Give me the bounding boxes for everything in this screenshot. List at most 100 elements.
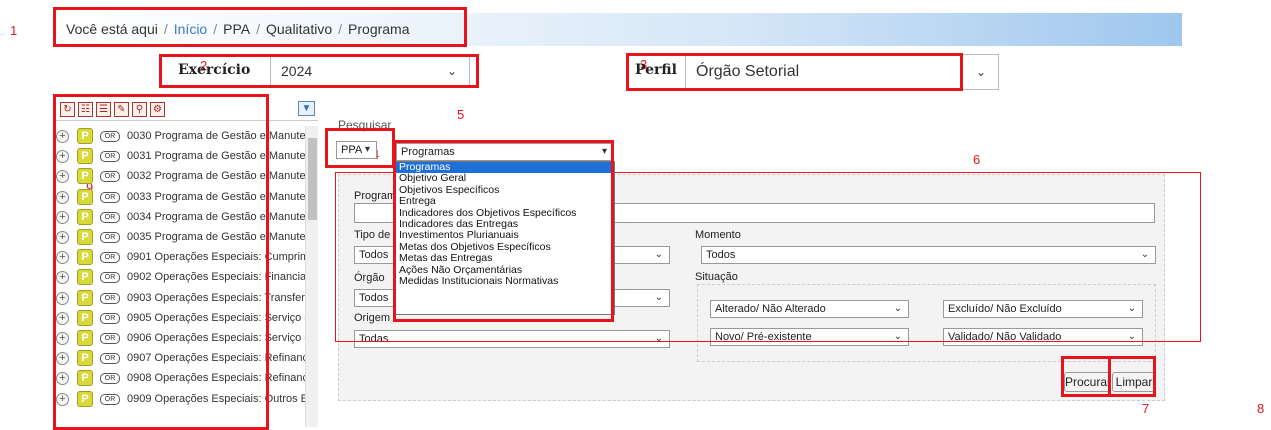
- tree-row-label[interactable]: 0032 Programa de Gestão e Manutenção: [127, 170, 318, 182]
- or-badge: OR: [100, 272, 120, 284]
- tree-row-label[interactable]: 0901 Operações Especiais: Cumprimento: [127, 251, 318, 263]
- expand-icon[interactable]: +: [56, 352, 69, 366]
- tree-row[interactable]: + P OR 0032 Programa de Gestão e Manutenção: [56, 167, 318, 187]
- expand-icon[interactable]: +: [56, 291, 69, 305]
- tree-row-label[interactable]: 0031 Programa de Gestão e Manutenção: [127, 150, 318, 162]
- tree-row-label[interactable]: 0905 Operações Especiais: Serviço da: [127, 312, 317, 324]
- origem-select[interactable]: Todas ⌄: [354, 330, 670, 348]
- program-p-badge: P: [77, 229, 93, 245]
- expand-icon[interactable]: +: [56, 150, 69, 164]
- tree-row-label[interactable]: 0034 Programa de Gestão e Manutenção: [127, 211, 318, 223]
- breadcrumb-item-qualitativo[interactable]: Qualitativo: [266, 21, 332, 37]
- program-p-badge: P: [77, 370, 93, 387]
- tree-row[interactable]: + P OR 0035 Programa de Gestão e Manutenção: [56, 228, 318, 248]
- filter-icon[interactable]: ▼: [298, 101, 315, 116]
- breadcrumb-item-ppa[interactable]: PPA: [223, 21, 250, 37]
- programa-label: Program: [354, 190, 397, 202]
- chevron-down-icon: ⌄: [893, 303, 902, 314]
- tree-row-label[interactable]: 0909 Operações Especiais: Outros Encargo…: [127, 393, 318, 405]
- tree-row[interactable]: + P OR 0906 Operações Especiais: Serviço da: [56, 329, 318, 349]
- expand-icon[interactable]: +: [56, 170, 69, 184]
- ppa-select-value: PPA: [341, 144, 363, 156]
- program-p-badge: P: [77, 330, 93, 346]
- tree-row[interactable]: + P OR 0033 Programa de Gestão e Manutenção: [56, 188, 318, 208]
- tree-row-label[interactable]: 0903 Operações Especiais: Transferências: [127, 292, 318, 304]
- novo-select[interactable]: Novo/ Pré-existente ⌄: [710, 328, 909, 346]
- breadcrumb-item-programa: Programa: [348, 21, 410, 37]
- tree-row-label[interactable]: 0033 Programa de Gestão e Manutenção: [127, 191, 318, 203]
- tree-row-label[interactable]: 0035 Programa de Gestão e Manutenção: [127, 231, 318, 243]
- or-badge: OR: [100, 211, 120, 223]
- expand-icon[interactable]: +: [56, 210, 69, 224]
- tree-scrollbar[interactable]: [305, 126, 318, 427]
- perfil-select[interactable]: Órgão Setorial ⌄: [685, 54, 999, 90]
- tree-icon[interactable]: ☰: [96, 102, 111, 117]
- dropdown-option[interactable]: Metas das Entregas: [396, 252, 614, 264]
- chevron-down-icon: ⌄: [654, 292, 663, 303]
- edit-icon[interactable]: ✎: [114, 102, 129, 117]
- program-p-badge: P: [77, 128, 93, 144]
- expand-icon[interactable]: +: [56, 372, 69, 386]
- tree-row[interactable]: + P OR 0031 Programa de Gestão e Manutenção: [56, 147, 318, 167]
- expand-icon[interactable]: +: [56, 251, 69, 265]
- tree-row[interactable]: + P OR 0901 Operações Especiais: Cumpriment…: [56, 248, 318, 268]
- type-select[interactable]: Programas ▾: [396, 143, 614, 161]
- program-p-badge: P: [77, 168, 93, 185]
- expand-icon[interactable]: +: [56, 332, 69, 345]
- momento-select[interactable]: Todos ⌄: [701, 246, 1156, 264]
- chevron-down-icon: ⌄: [446, 64, 457, 78]
- breadcrumb-link-inicio[interactable]: Início: [174, 21, 207, 37]
- situacao-label: Situação: [695, 271, 738, 283]
- expand-icon[interactable]: +: [56, 190, 69, 204]
- chevron-down-icon: ⌄: [1127, 303, 1136, 314]
- ppa-select[interactable]: PPA ▾: [336, 141, 377, 159]
- expand-icon[interactable]: +: [56, 130, 69, 143]
- alterado-select[interactable]: Alterado/ Não Alterado ⌄: [710, 300, 909, 318]
- tree-row[interactable]: + P OR 0905 Operações Especiais: Serviço da: [56, 309, 318, 329]
- tree-row[interactable]: + P OR 0034 Programa de Gestão e Manutenção: [56, 208, 318, 228]
- program-p-badge: P: [77, 390, 93, 407]
- validado-select[interactable]: Validado/ Não Validado ⌄: [943, 328, 1143, 346]
- expand-icon[interactable]: +: [56, 271, 69, 285]
- tree-row[interactable]: + P OR 0030 Programa de Gestão e Manutenção: [56, 127, 318, 147]
- expand-icon[interactable]: +: [56, 231, 69, 244]
- tree-row[interactable]: + P OR 0907 Operações Especiais: Refinancia…: [56, 349, 318, 369]
- orgao-label: Órgão: [354, 272, 385, 284]
- hierarchy-icon[interactable]: ☷: [78, 102, 93, 117]
- gear-icon[interactable]: ⚙: [150, 102, 165, 117]
- tree-row[interactable]: + P OR 0908 Operações Especiais: Refinancia…: [56, 369, 318, 389]
- breadcrumb-prefix: Você está aqui: [66, 21, 158, 37]
- exercicio-select[interactable]: 2024 ⌄: [270, 56, 470, 86]
- scrollbar-thumb[interactable]: [308, 138, 317, 220]
- program-p-badge: P: [77, 249, 93, 266]
- tree-row[interactable]: + P OR 0909 Operações Especiais: Outros Enc…: [56, 390, 318, 410]
- program-p-badge: P: [77, 309, 93, 326]
- dropdown-option[interactable]: Medidas Institucionais Normativas: [396, 275, 614, 287]
- tree-row[interactable]: + P OR 0902 Operações Especiais: Financiame…: [56, 268, 318, 288]
- annotation-number: 5: [457, 107, 465, 122]
- situacao-group: [697, 284, 1156, 362]
- tree-row-label[interactable]: 0906 Operações Especiais: Serviço da: [127, 332, 317, 344]
- refresh-icon[interactable]: ↻: [60, 102, 75, 117]
- search-icon[interactable]: ⚲: [132, 102, 147, 117]
- tree-row[interactable]: + P OR 0903 Operações Especiais: Transferên…: [56, 289, 318, 309]
- chevron-down-icon: ⌄: [1127, 331, 1136, 342]
- tree-row-label[interactable]: 0030 Programa de Gestão e Manutenção: [127, 130, 318, 142]
- procurar-button[interactable]: Procurar: [1064, 372, 1111, 392]
- or-badge: OR: [100, 232, 120, 243]
- type-select-value: Programas: [401, 146, 455, 158]
- tree-row-label[interactable]: 0907 Operações Especiais: Refinanciament…: [127, 352, 318, 364]
- program-p-badge: P: [77, 289, 93, 306]
- tree-row-label[interactable]: 0902 Operações Especiais: Financiamento: [127, 271, 318, 283]
- chevron-down-icon: ⌄: [893, 331, 902, 342]
- limpar-button[interactable]: Limpar: [1112, 372, 1156, 392]
- exercicio-value: 2024: [281, 63, 313, 79]
- expand-icon[interactable]: +: [56, 311, 69, 325]
- or-badge: OR: [100, 191, 120, 203]
- chevron-down-icon: ▾: [364, 144, 370, 155]
- excluido-select[interactable]: Excluído/ Não Excluído ⌄: [943, 300, 1143, 318]
- dropdown-option[interactable]: Entrega: [396, 195, 614, 207]
- tree-row-label[interactable]: 0908 Operações Especiais: Refinanciament…: [127, 372, 318, 384]
- type-dropdown-list[interactable]: Programas Objetivo Geral Objetivos Específ…: [395, 161, 615, 315]
- expand-icon[interactable]: +: [56, 392, 69, 406]
